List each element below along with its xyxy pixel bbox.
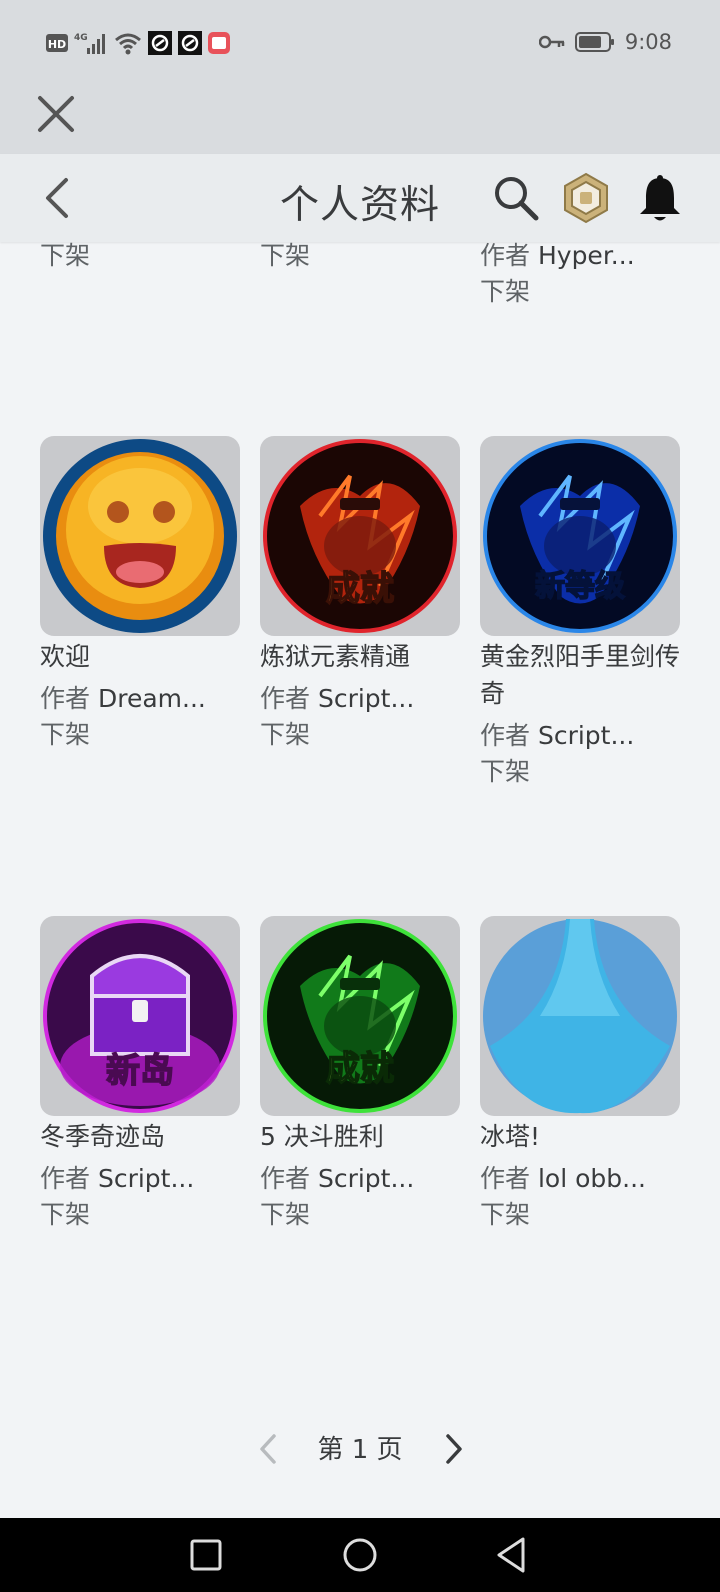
status-icons-right: 9:08 (538, 28, 672, 56)
back-icon[interactable] (38, 174, 78, 222)
badge-status: 下架 (480, 1200, 531, 1229)
badge-status: 下架 (40, 1200, 91, 1229)
search-icon[interactable] (492, 174, 540, 222)
ice-tower-badge-icon (483, 919, 677, 1114)
badge-thumbnail: 新岛 (40, 916, 240, 1116)
badge-status: 下架 (260, 242, 311, 270)
badge-creator: 作者 Script... (480, 721, 635, 750)
badge-creator: 作者 Hyper... (480, 242, 635, 270)
badge-creator: 作者 Script... (40, 1164, 195, 1193)
lightning-ninja-badge-icon: 新等级 (483, 439, 677, 633)
svg-text:成就: 成就 (326, 569, 394, 609)
nav-home-icon[interactable] (335, 1530, 385, 1580)
badge-creator: 作者 Dream... (40, 684, 206, 713)
signal-icon: 4G (74, 33, 105, 54)
badge-thumbnail: 成就 (260, 916, 460, 1116)
page-indicator: 第 1 页 (317, 1435, 403, 1465)
pagination: 第 1 页 (0, 1424, 720, 1474)
webview-toolbar (0, 88, 720, 154)
svg-text:新等级: 新等级 (535, 569, 625, 604)
green-ninja-badge-icon: 成就 (263, 919, 457, 1113)
app-notification-icon (148, 31, 172, 55)
app-notification-icon (178, 31, 202, 55)
badge-creator: 作者 lol obb... (480, 1164, 646, 1193)
robux-icon[interactable] (562, 172, 610, 224)
badge-thumbnail: 新等级 (480, 436, 680, 636)
badge-creator: 作者 Script... (260, 1164, 415, 1193)
fire-ninja-badge-icon: 成就 (263, 439, 457, 633)
badge-status: 下架 (260, 720, 311, 749)
chevron-left-icon[interactable] (254, 1430, 282, 1468)
key-icon (538, 35, 565, 49)
red-app-icon (208, 32, 230, 54)
badge-name: 5 决斗胜利 (260, 1122, 384, 1151)
badge-name: 冰塔! (480, 1122, 541, 1151)
page-header: 个人资料 (0, 154, 720, 242)
badge-creator: 作者 Script... (260, 684, 415, 713)
badge-tile[interactable]: 成就 5 决斗胜利 作者 Script... 下架 (260, 916, 460, 1231)
status-icons-left: HD 4G (46, 30, 230, 56)
status-bar: HD 4G 9:08 (0, 0, 720, 88)
badge-status: 下架 (480, 277, 531, 306)
clock: 9:08 (624, 30, 672, 54)
badges-grid: 下架 下架 作者 Hyper... 下架 欢迎 作者 Dream... 下架 成… (0, 242, 720, 1518)
badge-status: 下架 (40, 242, 91, 270)
treasure-chest-badge-icon: 新岛 (43, 919, 237, 1113)
badge-name: 欢迎 (40, 642, 91, 671)
badge-thumbnail (40, 436, 240, 636)
badge-tile[interactable]: 新等级 黄金烈阳手里剑传奇 作者 Script... 下架 (480, 436, 680, 788)
badge-name: 冬季奇迹岛 (40, 1122, 166, 1151)
hd-icon: HD (46, 34, 68, 52)
badge-name: 黄金烈阳手里剑传奇 (480, 642, 681, 708)
svg-text:HD: HD (48, 38, 66, 51)
close-icon[interactable] (34, 92, 78, 136)
badge-status: 下架 (260, 1200, 311, 1229)
page-title: 个人资料 (279, 183, 440, 228)
chevron-right-icon[interactable] (440, 1430, 468, 1468)
badge-tile-partial[interactable]: 下架 (260, 242, 460, 272)
nav-recents-icon[interactable] (181, 1530, 231, 1580)
svg-text:新岛: 新岛 (106, 1051, 174, 1091)
badge-tile[interactable]: 欢迎 作者 Dream... 下架 (40, 436, 240, 751)
badge-tile-partial[interactable]: 作者 Hyper... 下架 (480, 242, 680, 308)
badge-status: 下架 (40, 720, 91, 749)
badge-tile[interactable]: 成就 炼狱元素精通 作者 Script... 下架 (260, 436, 460, 751)
badge-name: 炼狱元素精通 (260, 642, 411, 671)
smiley-badge-icon (43, 439, 237, 633)
svg-text:成就: 成就 (326, 1049, 394, 1089)
svg-text:4G: 4G (74, 33, 88, 43)
badge-tile[interactable]: 冰塔! 作者 lol obb... 下架 (480, 916, 680, 1231)
wifi-icon (115, 33, 141, 55)
badge-tile-partial[interactable]: 下架 (40, 242, 240, 272)
badge-tile[interactable]: 新岛 冬季奇迹岛 作者 Script... 下架 (40, 916, 240, 1231)
badge-thumbnail: 成就 (260, 436, 460, 636)
battery-icon (574, 32, 614, 52)
nav-back-icon[interactable] (487, 1530, 537, 1580)
bell-icon[interactable] (638, 172, 682, 224)
badge-thumbnail (480, 916, 680, 1116)
badge-status: 下架 (480, 757, 531, 786)
system-nav-bar (0, 1518, 720, 1592)
